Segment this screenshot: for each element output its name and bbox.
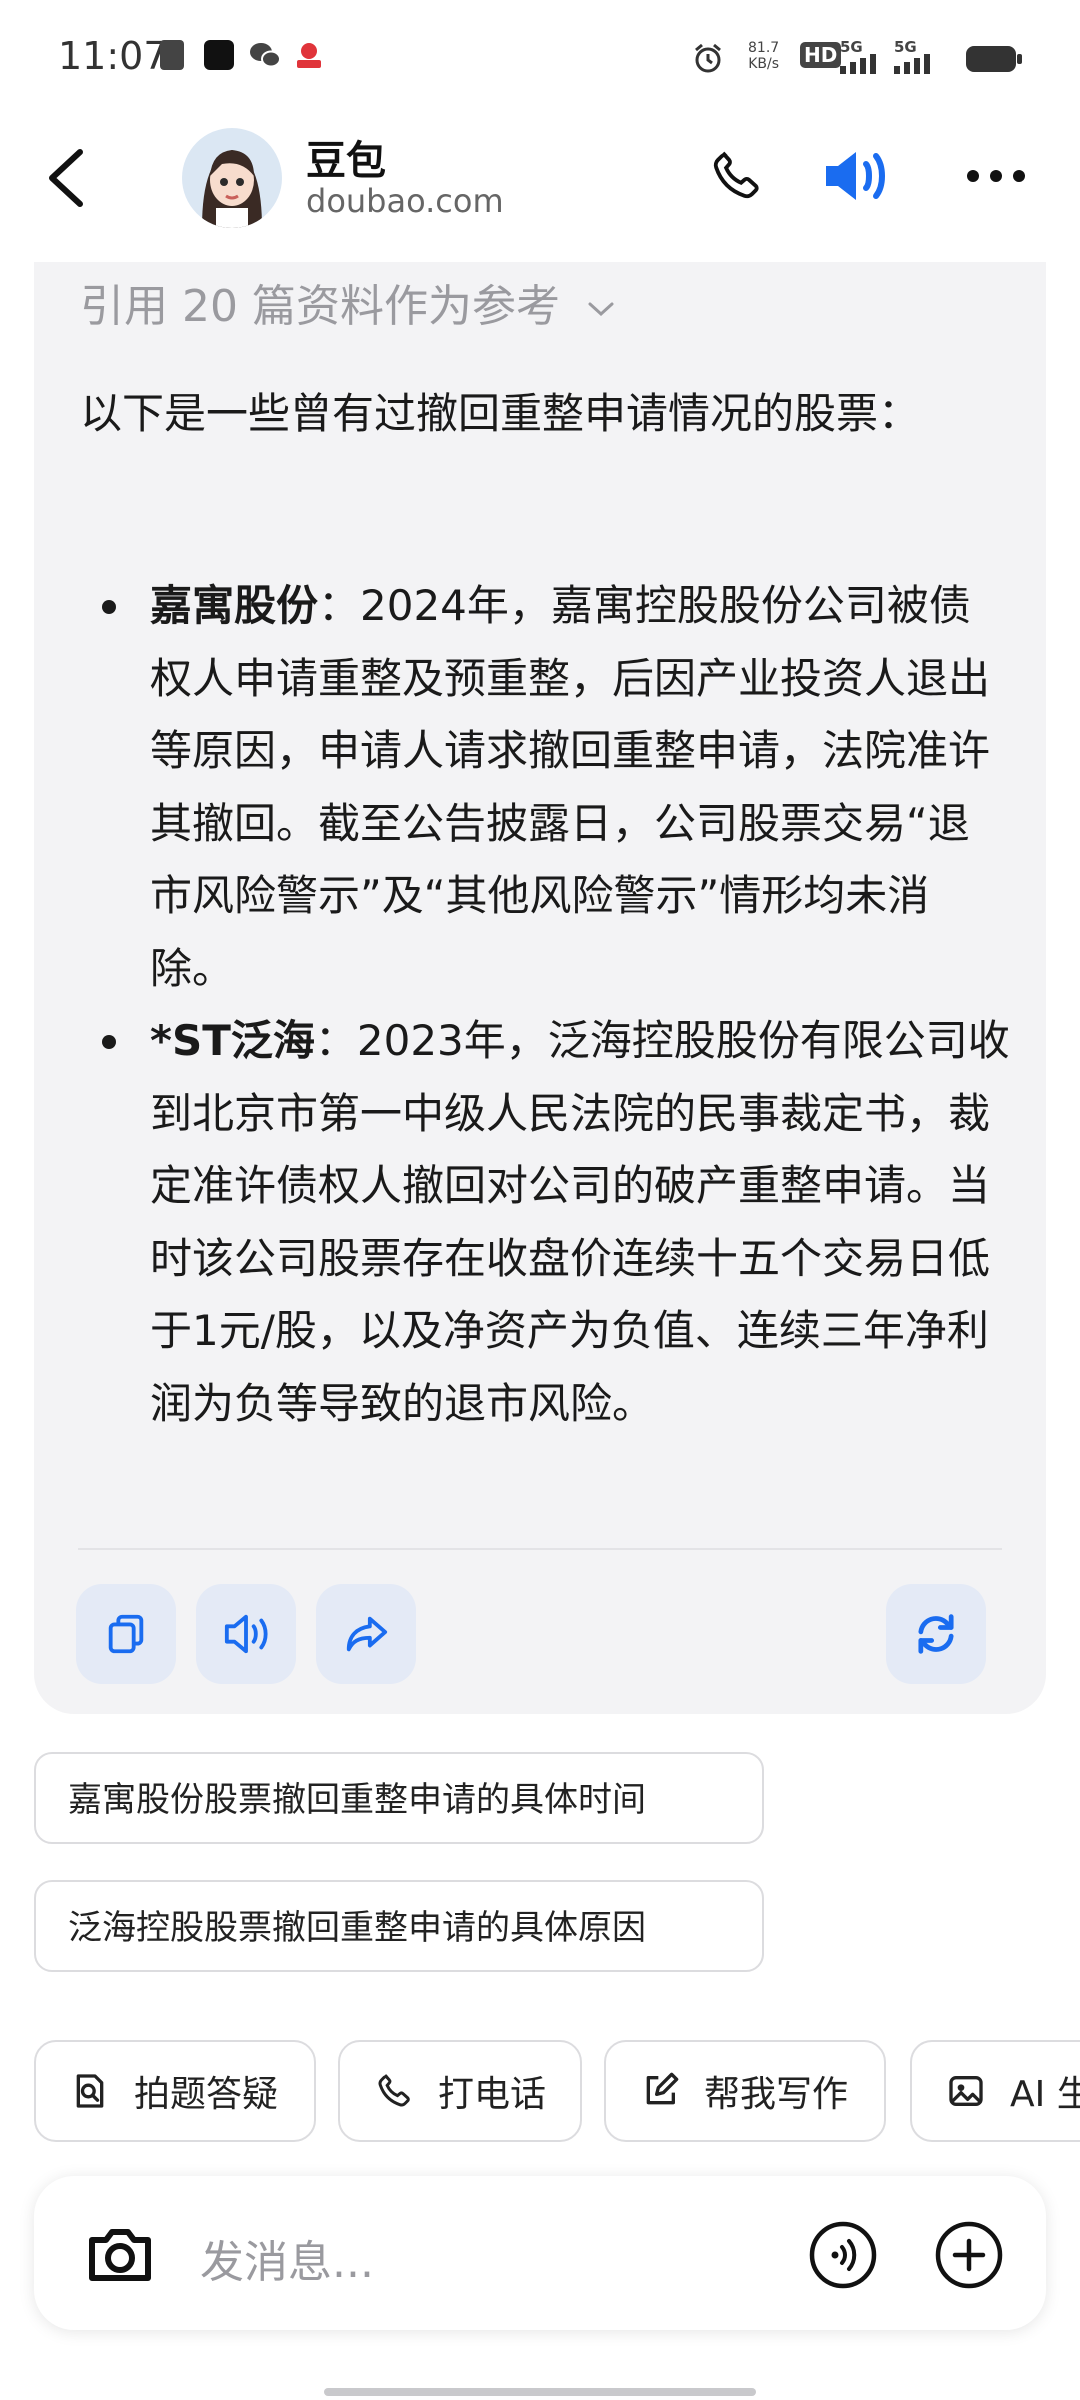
list-item-body: ：2023年，泛海控股股份有限公司收到北京市第一中级人民法院的民事裁定书，裁定准… — [150, 1016, 1010, 1428]
references-label: 引用 20 篇资料作为参考 — [80, 281, 560, 332]
app-notification-icon — [294, 40, 324, 70]
suggestion-chip[interactable]: 泛海控股股票撤回重整申请的具体原因 — [34, 1880, 764, 1972]
quick-action-ai-image[interactable]: AI 生 — [910, 2040, 1080, 2142]
quick-action-call[interactable]: 打电话 — [338, 2040, 582, 2142]
quick-action-photo-question[interactable]: 拍题答疑 — [34, 2040, 316, 2142]
list-item-title: 嘉寓股份 — [150, 581, 319, 630]
phone-icon — [713, 151, 759, 199]
quick-action-label: AI 生 — [1010, 2074, 1080, 2115]
quick-action-label: 打电话 — [438, 2074, 547, 2115]
quick-action-writing[interactable]: 帮我写作 — [604, 2040, 886, 2142]
camera-icon — [89, 2229, 151, 2281]
status-time: 11:07 — [58, 34, 168, 78]
share-button[interactable] — [316, 1584, 416, 1684]
bot-name: 豆包 — [306, 138, 386, 184]
more-button[interactable] — [960, 140, 1032, 212]
home-indicator[interactable] — [324, 2388, 756, 2396]
answer-list: 嘉寓股份：2024年，嘉寓控股股份公司被债权人申请重整及预重整，后因产业投资人退… — [102, 570, 1010, 1440]
chevron-down-icon — [588, 302, 614, 317]
network-speed: 81.7 KB/s — [748, 40, 779, 72]
list-item-title: *ST泛海 — [150, 1016, 315, 1065]
wechat-icon — [248, 40, 281, 70]
hd-badge: HD — [800, 42, 842, 68]
speaker-icon — [826, 152, 885, 200]
read-aloud-button[interactable] — [196, 1584, 296, 1684]
avatar[interactable] — [182, 128, 282, 228]
network-speed-value: 81.7 — [748, 40, 780, 56]
answer-intro: 以下是一些曾有过撤回重整申请情况的股票： — [80, 389, 921, 438]
message-input-bar — [34, 2176, 1046, 2330]
tiktok-icon — [204, 40, 234, 70]
add-button[interactable] — [934, 2220, 1004, 2294]
more-icon — [967, 170, 1025, 182]
regenerate-icon — [918, 1614, 954, 1654]
list-item-body: ：2024年，嘉寓控股股份公司被债权人申请重整及预重整，后因产业投资人退出等原因… — [150, 581, 991, 993]
voice-wave-icon — [809, 2221, 877, 2289]
plus-icon — [935, 2221, 1003, 2289]
clipboard-check-icon — [160, 40, 184, 70]
speaker-button[interactable] — [820, 140, 892, 212]
copy-icon — [108, 1614, 144, 1654]
camera-button[interactable] — [86, 2222, 154, 2290]
photo-question-icon — [76, 2074, 104, 2108]
copy-button[interactable] — [76, 1584, 176, 1684]
list-item: *ST泛海：2023年，泛海控股股份有限公司收到北京市第一中级人民法院的民事裁定… — [102, 1005, 1010, 1440]
sim2-signal-icon: 5G — [894, 40, 938, 78]
voice-input-button[interactable] — [808, 2220, 878, 2294]
quick-action-label: 帮我写作 — [704, 2074, 849, 2115]
list-item: 嘉寓股份：2024年，嘉寓控股股份公司被债权人申请重整及预重整，后因产业投资人退… — [102, 570, 1010, 1005]
back-icon — [49, 149, 83, 207]
divider — [78, 1548, 1002, 1550]
sim1-label: 5G — [840, 38, 863, 56]
sim1-signal-icon: 5G — [840, 40, 884, 78]
read-aloud-icon — [224, 1614, 268, 1654]
edit-icon — [646, 2072, 679, 2105]
battery-icon — [966, 46, 1022, 72]
suggestion-chip[interactable]: 嘉寓股份股票撤回重整申请的具体时间 — [34, 1752, 764, 1844]
bot-domain: doubao.com — [306, 182, 504, 220]
sim2-label: 5G — [894, 38, 917, 56]
regenerate-button[interactable] — [886, 1584, 986, 1684]
back-button[interactable] — [44, 148, 90, 208]
message-input[interactable]: 发消息... — [200, 2226, 374, 2290]
references-toggle[interactable]: 引用 20 篇资料作为参考 — [80, 270, 616, 334]
call-button[interactable] — [700, 140, 772, 212]
alarm-icon — [692, 42, 724, 78]
image-icon — [949, 2076, 983, 2106]
phone-icon — [378, 2074, 410, 2107]
share-icon — [346, 1616, 388, 1652]
network-speed-unit: KB/s — [748, 56, 779, 72]
quick-action-label: 拍题答疑 — [134, 2074, 279, 2115]
